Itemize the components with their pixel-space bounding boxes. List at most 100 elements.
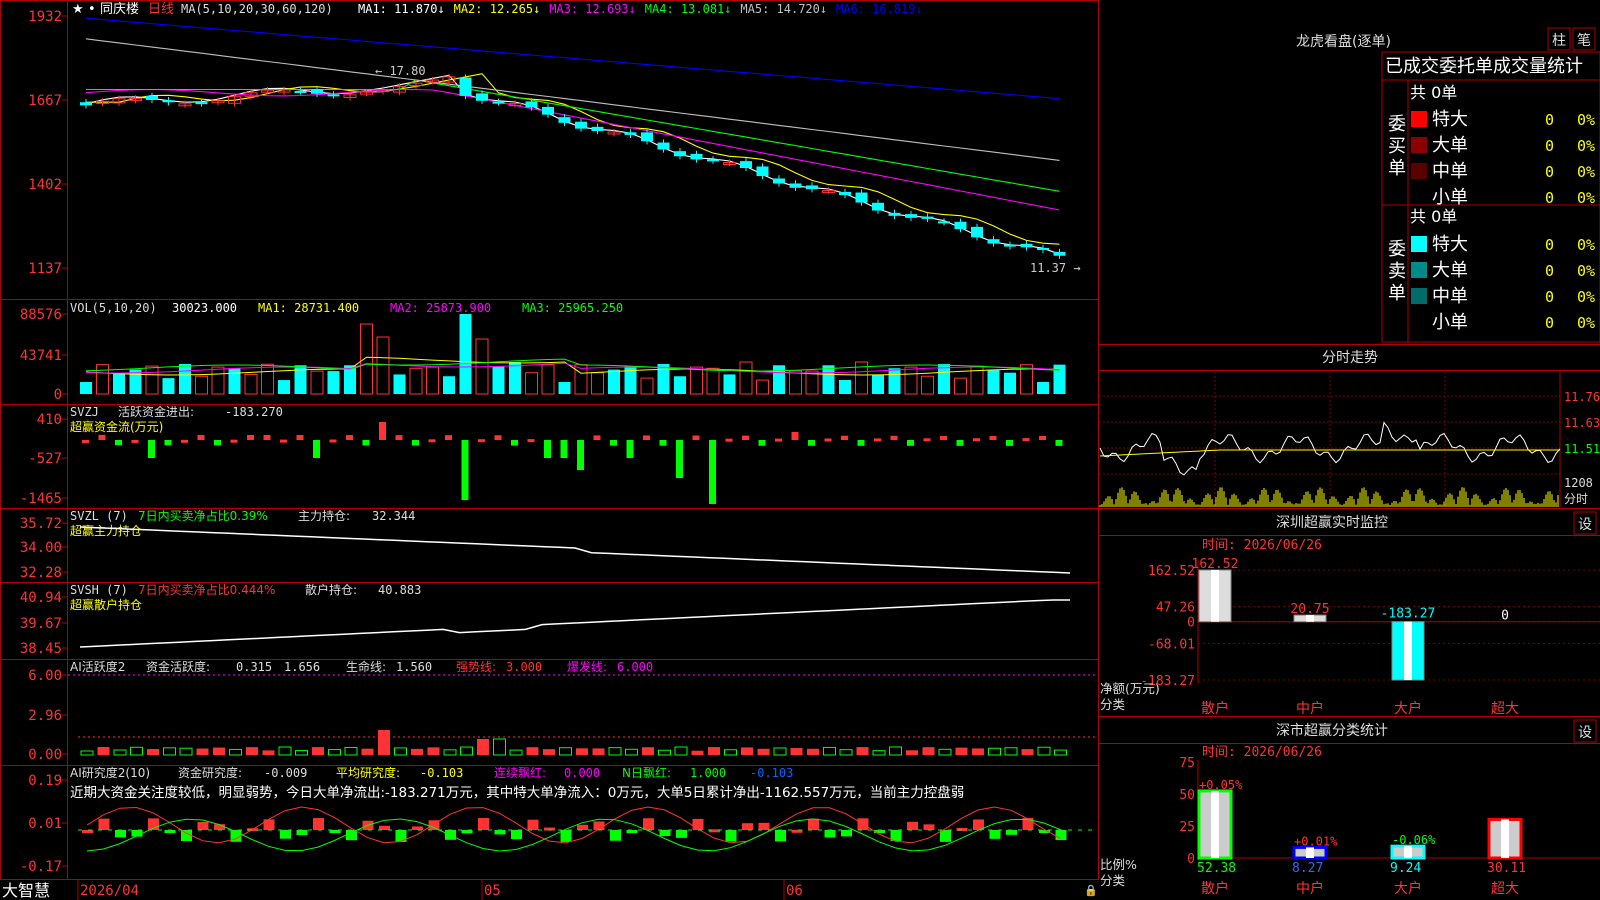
x-axis: 大智慧 2026/04 05 06 🔒 bbox=[0, 880, 1099, 900]
ai1-bar bbox=[608, 747, 622, 756]
candle-body bbox=[806, 185, 818, 190]
szmon-cat-3: 超大 bbox=[1491, 701, 1519, 717]
vol-bar bbox=[261, 363, 274, 395]
ai1-v2: 1.656 bbox=[284, 660, 320, 674]
candle-body bbox=[971, 226, 983, 238]
row-name: 小单 bbox=[1432, 312, 1468, 333]
ai1-v4: 3.000 bbox=[506, 660, 542, 674]
svzj-bar bbox=[593, 435, 601, 440]
ai2-bar bbox=[296, 830, 308, 836]
ai2-bar bbox=[923, 824, 935, 830]
candle-body bbox=[542, 106, 554, 115]
szmon-bar-shine-0 bbox=[1211, 570, 1219, 622]
vol-bar bbox=[954, 377, 967, 395]
svzj-bar bbox=[98, 434, 106, 440]
ai1-bar bbox=[80, 750, 94, 756]
ai1-l5: 爆发线: bbox=[567, 659, 607, 674]
vol-bar bbox=[195, 375, 208, 395]
svzj-bar bbox=[890, 435, 898, 440]
ai2-bar bbox=[197, 821, 209, 830]
lock-icon[interactable]: 🔒 bbox=[1084, 884, 1098, 897]
screen: ★ • 同庆楼 日线 MA(5,10,20,30,60,120) MA1: 11… bbox=[0, 0, 1600, 900]
ai2-axis-tick-2: -0.17 bbox=[20, 859, 62, 875]
ai1-bar bbox=[411, 748, 423, 755]
ai2-bar bbox=[956, 827, 968, 831]
vol-bar bbox=[327, 371, 340, 394]
row-count: 0 bbox=[1545, 314, 1554, 332]
szcls-chart: 75 50 25 0 +0.05% 52.38 散户 +0.01% 8.27 中户 -0.06% 9.… bbox=[1179, 756, 1600, 897]
svzj-bar bbox=[230, 439, 238, 443]
ai2-header: AI研究度2(10) 资金研究度: -0.009 平均研究度: -0.103 连… bbox=[70, 765, 964, 801]
candle-body bbox=[905, 214, 917, 218]
ai2-bar bbox=[742, 823, 753, 830]
candle-body bbox=[327, 94, 340, 97]
candle-body bbox=[921, 216, 934, 219]
ai1-bar bbox=[625, 748, 638, 756]
ai2-v2: -0.103 bbox=[420, 766, 463, 780]
ai1-bar bbox=[477, 739, 489, 755]
ai2-title: AI研究度2(10) bbox=[70, 765, 150, 780]
svzl-axis-tick-0: 35.72 bbox=[20, 516, 62, 532]
ai2-v5: -0.103 bbox=[750, 766, 793, 780]
svzj-bar bbox=[379, 422, 386, 440]
ma-line-1 bbox=[85, 74, 1060, 255]
ai1-bar bbox=[262, 750, 275, 755]
szcls-time: 时间: 2026/06/26 bbox=[1202, 745, 1322, 760]
ai1-bar bbox=[790, 748, 803, 755]
period-label[interactable]: 日线 bbox=[148, 2, 174, 17]
vol-bar bbox=[179, 364, 191, 394]
svzj-bar bbox=[874, 438, 881, 442]
vol-bar bbox=[921, 375, 934, 395]
ai1-bar bbox=[443, 749, 457, 756]
stock-name[interactable]: 同庆楼 bbox=[100, 2, 139, 17]
ai1-header: AI活跃度2 资金活跃度: 0.315 1.656 生命线: 1.560 强势线… bbox=[70, 659, 653, 674]
ai1-bar bbox=[312, 747, 324, 755]
svzl-ratio: 7日内买卖净占比0.39% bbox=[138, 508, 268, 523]
ai2-axis-tick-1: 0.01 bbox=[28, 816, 62, 832]
vol-bar bbox=[162, 378, 175, 394]
bullet-icon: • bbox=[88, 2, 96, 17]
candle-body bbox=[839, 191, 851, 195]
candle-body bbox=[657, 142, 670, 150]
ai2-bar bbox=[1006, 830, 1017, 835]
svzj-bar bbox=[527, 439, 535, 443]
vol-bar bbox=[706, 367, 720, 395]
candle-body bbox=[476, 93, 488, 101]
kline-ma-lines bbox=[85, 17, 1060, 255]
ai1-bar bbox=[674, 746, 688, 756]
ai2-bar bbox=[263, 819, 275, 830]
svzj-bar bbox=[329, 439, 337, 443]
vol-bar bbox=[525, 372, 538, 395]
candle-body bbox=[674, 151, 686, 157]
row-name: 中单 bbox=[1432, 161, 1468, 182]
svzj-bar bbox=[989, 435, 997, 440]
vol-bar bbox=[459, 314, 472, 394]
svzj-title: SVZJ bbox=[70, 405, 99, 419]
vol-bar bbox=[938, 364, 950, 394]
candle-body bbox=[195, 102, 208, 105]
vol-bar bbox=[1004, 372, 1016, 394]
svzj-bar bbox=[131, 439, 139, 443]
vol-bar bbox=[904, 366, 918, 395]
star-icon[interactable]: ★ bbox=[72, 2, 84, 17]
vol-bar bbox=[80, 382, 92, 394]
candle-body bbox=[954, 221, 967, 230]
svzj-bar bbox=[676, 440, 683, 478]
ai1-bar bbox=[493, 738, 506, 756]
ai1-bar bbox=[295, 750, 308, 756]
szmon-chart: 162.5247.260-68.01-183.27162.52散户20.75中户… bbox=[1140, 557, 1600, 717]
szcls-change-2: -0.06% bbox=[1392, 833, 1436, 847]
ai2-bar bbox=[725, 830, 737, 842]
svsh-line bbox=[79, 599, 1070, 648]
ai1-bar bbox=[807, 748, 819, 755]
svzj-bar bbox=[1006, 440, 1013, 446]
vol-bar bbox=[574, 364, 588, 395]
ma-legend-item-2: MA2: 12.265↓ bbox=[454, 2, 541, 16]
candle-body bbox=[459, 77, 472, 96]
ma-line-6 bbox=[85, 17, 1060, 100]
svzj-bar bbox=[725, 438, 733, 442]
ai2-bar bbox=[692, 818, 704, 830]
low-value: 11.37 bbox=[1030, 261, 1066, 275]
sell-vlabel-char: 单 bbox=[1388, 283, 1406, 304]
svzj-bar bbox=[577, 440, 584, 470]
